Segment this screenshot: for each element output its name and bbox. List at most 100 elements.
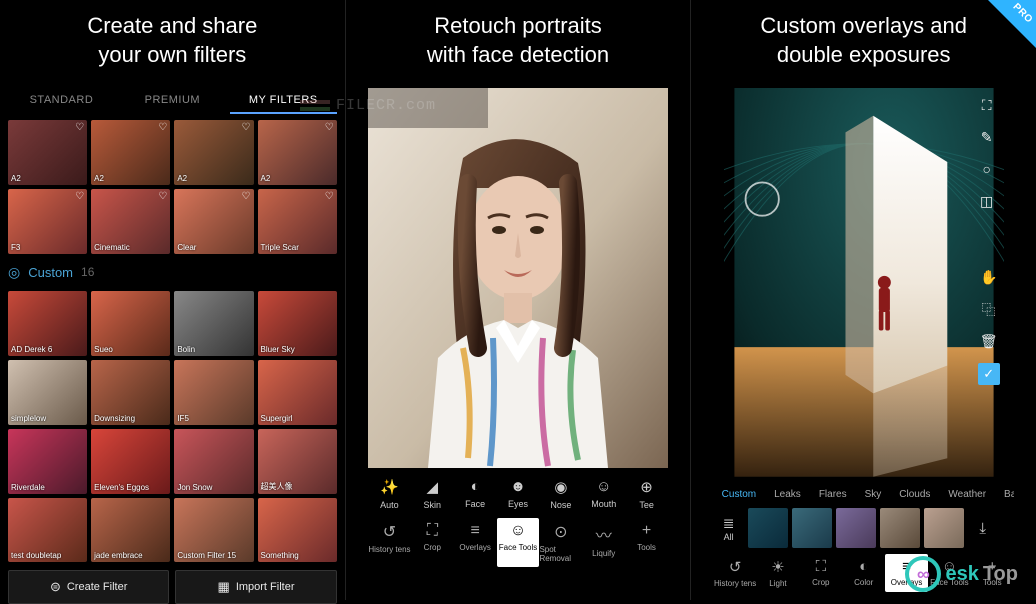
filter-label: Bluer Sky <box>261 345 295 354</box>
hand-icon[interactable]: ✋ <box>978 267 1000 289</box>
filter-thumb[interactable]: Supergirl <box>258 360 337 425</box>
custom-grid: AD Derek 6Sueo Bolin Bluer Sky simplelow Dow… <box>8 291 337 563</box>
filter-label: Bolin <box>177 345 195 354</box>
retouch-skin[interactable]: ◢Skin <box>411 472 454 516</box>
tool-light[interactable]: ☀Light <box>757 554 800 592</box>
filter-thumb[interactable]: AD Derek 6 <box>8 291 87 356</box>
tool-label: Face Tools <box>499 543 538 552</box>
retouch-face[interactable]: ◐Face <box>454 472 497 516</box>
history-tens-icon: ↺ <box>383 522 396 542</box>
overlays-icon: ≡ <box>470 522 479 540</box>
overlay-tab-flares[interactable]: Flares <box>811 483 855 504</box>
tool-label: Crop <box>812 578 829 587</box>
filter-thumb[interactable]: ♡Triple Scar <box>258 189 337 254</box>
overlay-thumb-list <box>748 508 964 548</box>
filter-thumb[interactable]: IF5 <box>174 360 253 425</box>
circle-tool-icon[interactable]: ○ <box>976 158 998 180</box>
filter-thumb[interactable]: Eleven's Eggos <box>91 429 170 494</box>
filter-tabs: STANDARD PREMIUM MY FILTERS <box>8 88 337 114</box>
filter-label: F3 <box>11 243 20 252</box>
filter-thumb[interactable]: ♡A2 <box>258 120 337 185</box>
download-icon[interactable]: ⤓ <box>968 520 998 537</box>
filter-label: A2 <box>177 174 187 183</box>
retouch-tee[interactable]: ⊕Tee <box>625 472 668 516</box>
filter-thumb[interactable]: Bluer Sky <box>258 291 337 356</box>
overlay-thumb[interactable] <box>880 508 920 548</box>
overlay-thumb[interactable] <box>924 508 964 548</box>
overlay-tab-clouds[interactable]: Clouds <box>891 483 938 504</box>
filter-thumb[interactable]: Downsizing <box>91 360 170 425</box>
create-filter-button[interactable]: ⊜ Create Filter <box>8 570 169 604</box>
tool-overlays[interactable]: ≡Overlays <box>454 518 497 567</box>
overlay-tab-weather[interactable]: Weather <box>940 483 994 504</box>
filter-label: 超美人像 <box>261 481 293 492</box>
filter-thumb[interactable]: 超美人像 <box>258 429 337 494</box>
all-overlays-button[interactable]: ≣ All <box>714 515 744 542</box>
filter-thumb[interactable]: Riverdale <box>8 429 87 494</box>
overlay-thumb[interactable] <box>792 508 832 548</box>
filter-thumb[interactable]: ♡A2 <box>174 120 253 185</box>
confirm-button[interactable]: ✓ <box>978 363 1000 385</box>
panel-title: Create and shareyour own filters <box>87 12 257 72</box>
fullscreen-icon[interactable]: ⛶ <box>976 94 998 116</box>
tool-spot-removal[interactable]: ⊙Spot Removal <box>539 518 582 567</box>
filter-thumb[interactable]: ♡F3 <box>8 189 87 254</box>
filter-thumb[interactable]: Something <box>258 498 337 563</box>
filter-label: A2 <box>11 174 21 183</box>
favorite-heart-icon: ♡ <box>242 191 251 202</box>
create-filter-icon: ⊜ <box>50 579 61 595</box>
panel-title: Retouch portraitswith face detection <box>427 12 609 72</box>
filter-thumb[interactable]: ♡Clear <box>174 189 253 254</box>
retouch-nose[interactable]: ◉Nose <box>539 472 582 516</box>
overlay-tab-backdr[interactable]: Backdr <box>996 483 1014 504</box>
compare-icon[interactable]: ◫ <box>976 190 998 212</box>
retouch-auto[interactable]: ✨Auto <box>368 472 411 516</box>
tool-liquify[interactable]: 〰Liquify <box>582 518 625 567</box>
liquify-icon: 〰 <box>596 522 612 546</box>
overlay-thumb[interactable] <box>748 508 788 548</box>
tool-color[interactable]: ◐Color <box>842 554 885 592</box>
tab-standard[interactable]: STANDARD <box>8 88 115 114</box>
filter-thumb[interactable]: ♡A2 <box>8 120 87 185</box>
filter-thumb[interactable]: test doubletap <box>8 498 87 563</box>
filter-thumb[interactable]: Sueo <box>91 291 170 356</box>
spot-removal-icon: ⊙ <box>554 522 567 542</box>
right-tool-column: ⛶ ✎ ○ ◫ <box>974 88 1000 218</box>
filter-thumb[interactable]: Custom Filter 15 <box>174 498 253 563</box>
color-icon: ◐ <box>859 558 868 575</box>
stack-icon: ≣ <box>723 515 735 532</box>
tool-crop[interactable]: ⛶Crop <box>799 554 842 592</box>
filter-thumb[interactable]: ♡A2 <box>91 120 170 185</box>
overlay-thumbnails: ≣ All ⤓ <box>714 508 1014 548</box>
brush-icon[interactable]: ✎ <box>976 126 998 148</box>
tool-history-tens[interactable]: ↺History tens <box>368 518 411 567</box>
duplicate-icon[interactable]: ⿻ <box>978 299 1000 321</box>
retouch-label: Auto <box>380 500 399 510</box>
retouch-mouth[interactable]: ☺Mouth <box>582 472 625 516</box>
tab-premium[interactable]: PREMIUM <box>119 88 226 114</box>
filter-label: Eleven's Eggos <box>94 483 149 492</box>
all-label: All <box>724 532 734 542</box>
skin-icon: ◢ <box>427 478 439 496</box>
filter-thumb[interactable]: Jon Snow <box>174 429 253 494</box>
overlay-tab-custom[interactable]: Custom <box>714 483 764 504</box>
face-tools-icon: ☺ <box>510 522 526 540</box>
tool-history-tens[interactable]: ↺History tens <box>714 554 757 592</box>
trash-icon[interactable]: 🗑 <box>978 331 1000 353</box>
filter-thumb[interactable]: simplelow <box>8 360 87 425</box>
tool-crop[interactable]: ⛶Crop <box>411 518 454 567</box>
filter-thumb[interactable]: Bolin <box>174 291 253 356</box>
filter-thumb[interactable]: jade embrace <box>91 498 170 563</box>
filter-thumb[interactable]: ♡Cinematic <box>91 189 170 254</box>
overlay-tab-leaks[interactable]: Leaks <box>766 483 809 504</box>
overlay-tab-sky[interactable]: Sky <box>857 483 890 504</box>
retouch-eyes[interactable]: ☻Eyes <box>497 472 540 516</box>
filter-label: Something <box>261 551 299 560</box>
import-filter-button[interactable]: ▦ Import Filter <box>175 570 336 604</box>
favorites-grid: ♡A2♡A2♡A2♡A2♡F3♡Cinematic♡Clear♡Triple S… <box>8 120 337 254</box>
filter-label: Downsizing <box>94 414 135 423</box>
overlay-thumb[interactable] <box>836 508 876 548</box>
favorite-heart-icon: ♡ <box>158 122 167 133</box>
tool-tools[interactable]: +Tools <box>625 518 668 567</box>
tool-face-tools[interactable]: ☺ Face Tools <box>497 518 540 567</box>
